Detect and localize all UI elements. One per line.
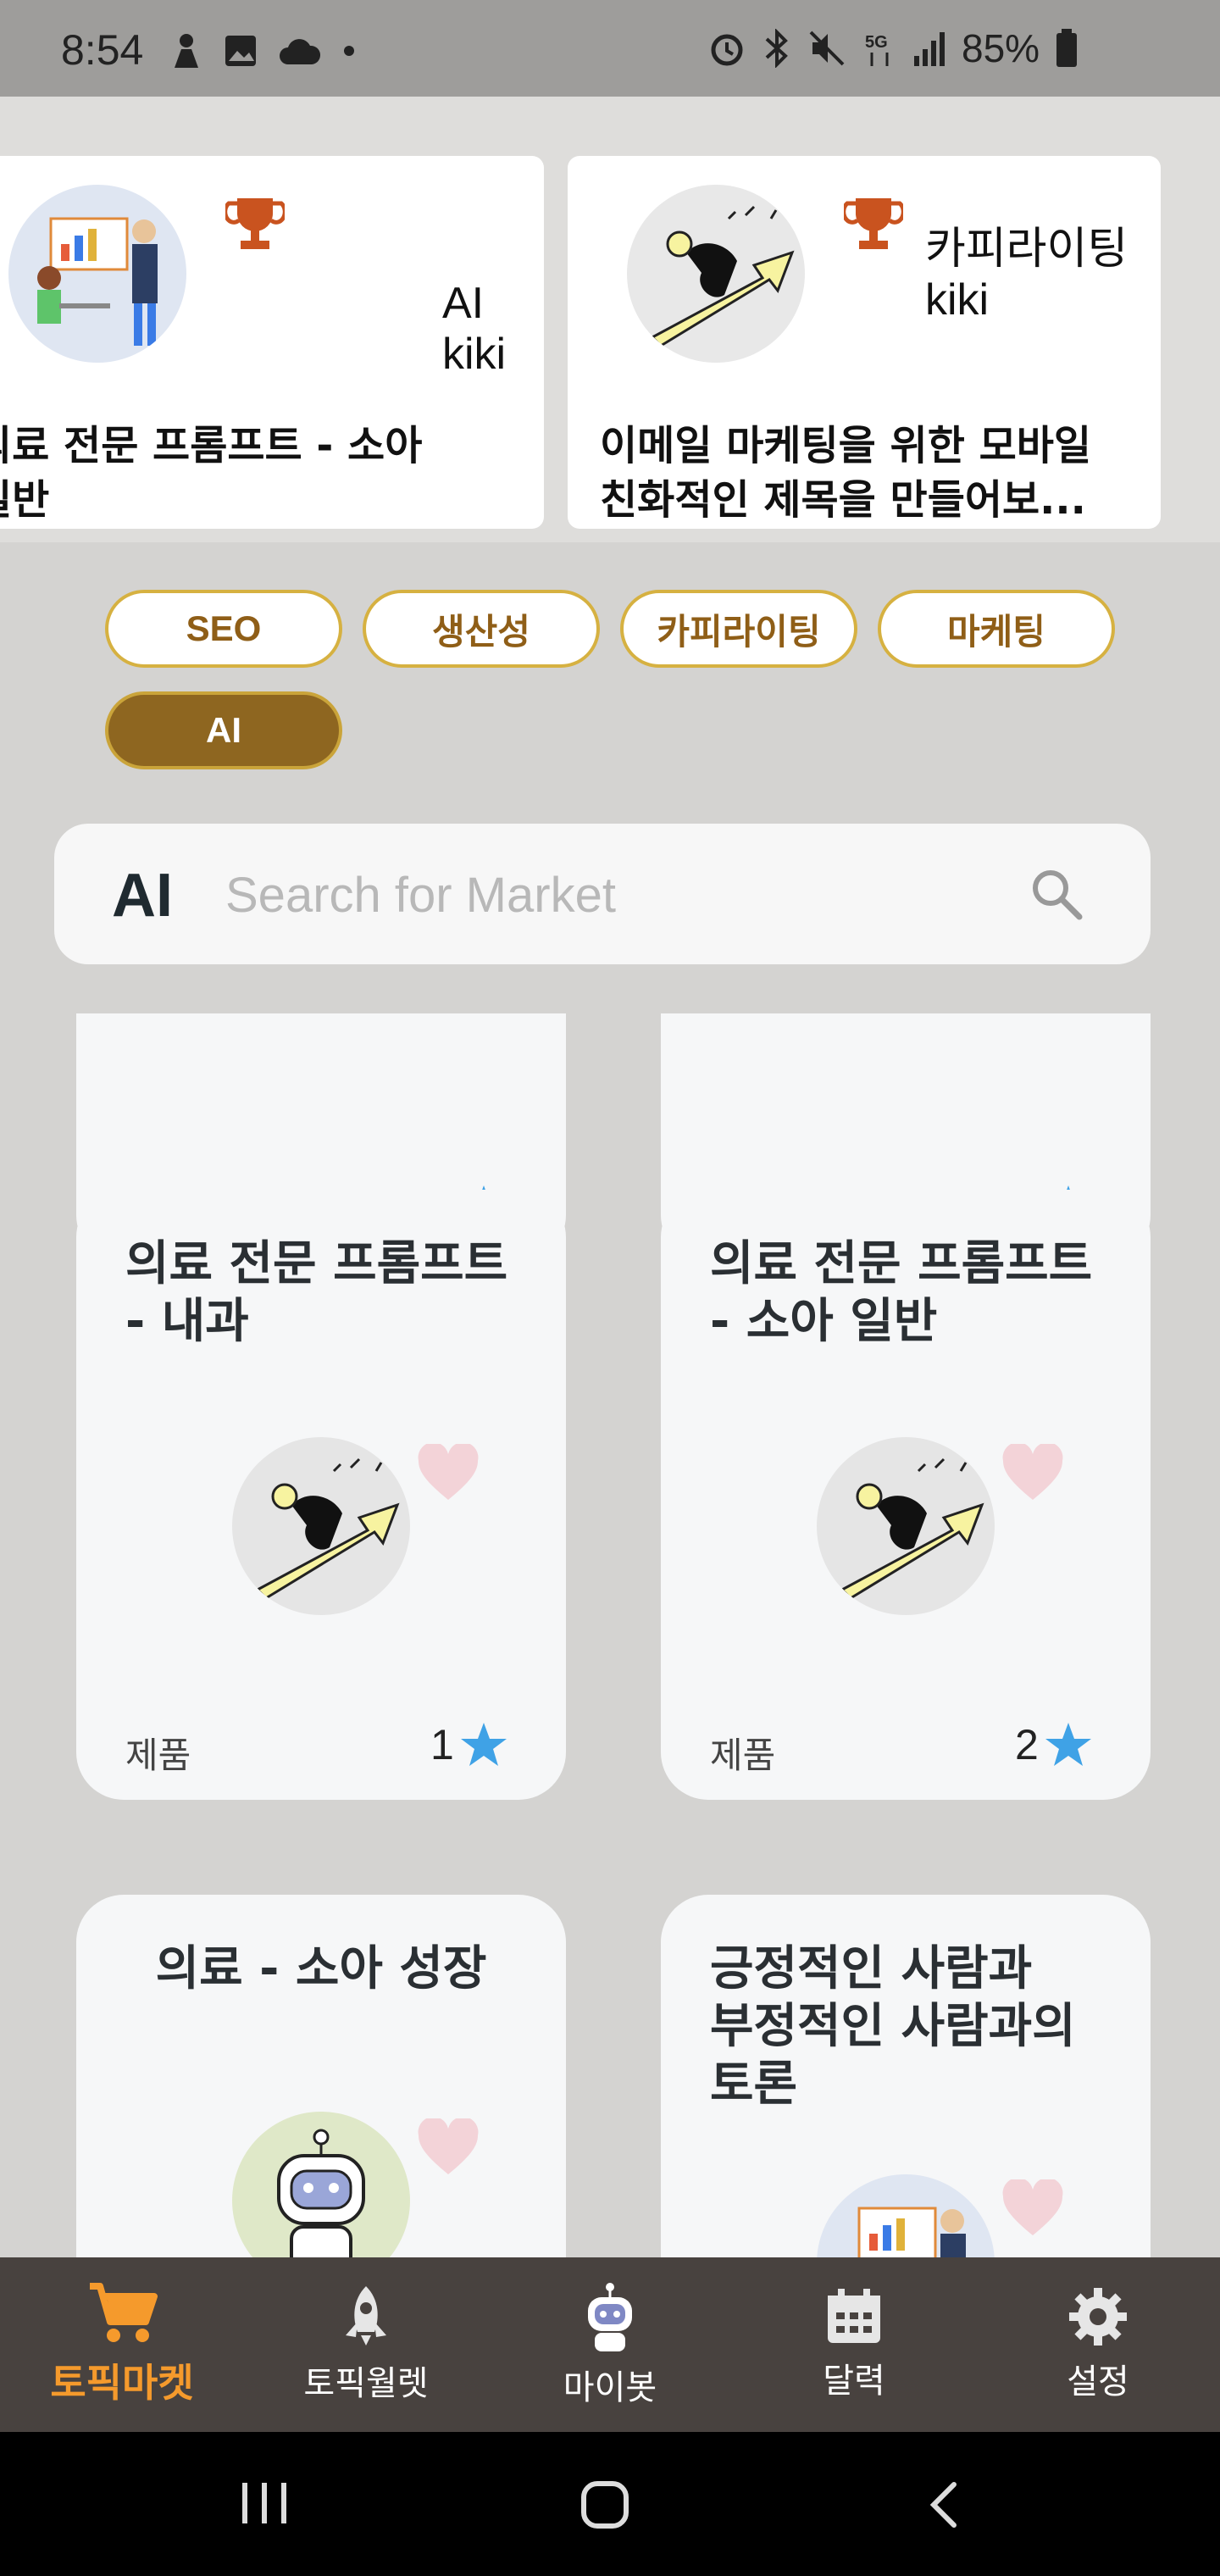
product-card[interactable]: 의료 전문 프롬프트 - 소아 일반 제품 2	[661, 1190, 1151, 1800]
gear-icon	[1069, 2288, 1127, 2346]
heart-icon[interactable]	[417, 1444, 480, 1503]
chip-marketing[interactable]: 마케팅	[878, 590, 1115, 668]
product-rating: 2	[1015, 1720, 1093, 1769]
signal-icon	[914, 32, 945, 66]
nav-topic-wallet[interactable]: 토픽월렛	[244, 2257, 488, 2432]
calendar-icon	[828, 2289, 880, 2343]
presentation-illustration	[857, 2207, 966, 2257]
growth-illustration	[650, 205, 795, 347]
presentation-illustration	[37, 217, 158, 346]
battery-percent: 85%	[962, 26, 1040, 70]
status-bar: 8:54 5G 85%	[0, 0, 1220, 97]
5g-icon: 5G	[865, 33, 889, 66]
featured-card[interactable]: AI kiki 의료 전문 프롬프트 - 소아 일반	[0, 156, 544, 529]
status-time: 8:54	[61, 26, 144, 74]
image-icon	[225, 36, 256, 66]
rocket-icon	[346, 2286, 386, 2346]
product-card[interactable]: 긍정적인 사람과 부정적인 사람과의 토론	[661, 1895, 1151, 2257]
search-input[interactable]	[224, 858, 1040, 932]
search-icon[interactable]	[1029, 866, 1084, 922]
growth-illustration	[255, 1457, 400, 1600]
product-thumbnail	[232, 1437, 410, 1615]
featured-author: 카피라이팅 kiki	[925, 225, 1128, 325]
featured-title: 이메일 마케팅을 위한 모바일 친화적인 제목을 만들어보...	[600, 422, 1092, 524]
dot-icon	[344, 46, 354, 56]
cloud-icon	[280, 39, 321, 64]
product-title: 긍정적인 사람과 부정적인 사람과의 토론	[710, 1941, 1076, 2112]
bluetooth-icon	[765, 29, 788, 68]
product-card[interactable]: 의료 전문 프롬프트 - 내과 제품 1	[76, 1190, 566, 1800]
product-grid: 제품 5 제품 5 의료 전문 프롬프트 - 내과 제품 1	[0, 1013, 1220, 2257]
product-thumbnail	[817, 2174, 995, 2257]
nav-calendar[interactable]: 달력	[732, 2257, 976, 2432]
trophy-icon	[225, 198, 285, 249]
trophy-icon	[844, 198, 903, 249]
chip-seo[interactable]: SEO	[105, 590, 342, 668]
product-thumbnail	[817, 1437, 995, 1615]
search-category-prefix: AI	[112, 862, 173, 930]
nav-settings[interactable]: 설정	[976, 2257, 1220, 2432]
featured-thumbnail	[627, 185, 805, 363]
heart-icon[interactable]	[1001, 1444, 1064, 1503]
robot-illustration	[277, 2129, 365, 2257]
person-icon	[175, 34, 198, 68]
heart-icon[interactable]	[1001, 2179, 1064, 2239]
bottom-navigation: 토픽마켓 토픽월렛 마이봇 달력 설정	[0, 2257, 1220, 2432]
cart-icon	[90, 2283, 158, 2342]
product-card[interactable]: 의료 - 소아 성장	[76, 1895, 566, 2257]
featured-card[interactable]: 카피라이팅 kiki 이메일 마케팅을 위한 모바일 친화적인 제목을 만들어보…	[568, 156, 1161, 529]
product-title: 의료 전문 프롬프트 - 내과	[125, 1236, 508, 1349]
battery-icon	[1056, 29, 1078, 67]
product-thumbnail	[232, 2112, 410, 2257]
mute-icon	[809, 31, 845, 66]
featured-title: 의료 전문 프롬프트 - 소아 일반	[0, 422, 423, 524]
chip-copywriting[interactable]: 카피라이팅	[620, 590, 857, 668]
back-icon[interactable]	[925, 2479, 962, 2530]
featured-carousel[interactable]: AI kiki 의료 전문 프롬프트 - 소아 일반 카피라이팅 kiki 이메…	[0, 97, 1220, 542]
product-rating: 1	[430, 1720, 508, 1769]
search-bar[interactable]: AI	[54, 824, 1151, 964]
star-icon	[460, 1723, 507, 1766]
product-type-label: 제품	[125, 1735, 191, 1776]
featured-author: AI kiki	[442, 279, 507, 379]
nav-my-bot[interactable]: 마이봇	[488, 2257, 732, 2432]
alarm-icon	[711, 34, 743, 66]
product-title: 의료 - 소아 성장	[155, 1941, 487, 1996]
star-icon	[1045, 1723, 1091, 1766]
nav-topic-market[interactable]: 토픽마켓	[0, 2257, 244, 2432]
featured-thumbnail	[8, 185, 186, 363]
chip-ai[interactable]: AI	[105, 691, 342, 769]
svg-text:5G: 5G	[865, 33, 888, 52]
system-navigation-bar	[0, 2432, 1220, 2576]
robot-icon	[588, 2283, 632, 2351]
product-title: 의료 전문 프롬프트 - 소아 일반	[710, 1236, 1093, 1349]
heart-icon[interactable]	[417, 2118, 480, 2178]
recent-apps-icon[interactable]	[239, 2479, 290, 2527]
home-icon[interactable]	[580, 2479, 630, 2530]
product-type-label: 제품	[710, 1735, 776, 1776]
chip-productivity[interactable]: 생산성	[363, 590, 600, 668]
growth-illustration	[840, 1457, 984, 1600]
